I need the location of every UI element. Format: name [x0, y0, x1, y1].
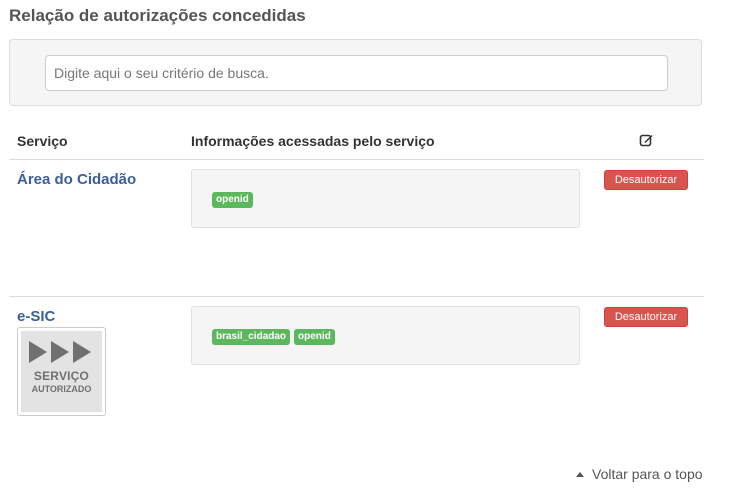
back-to-top-label: Voltar para o topo	[592, 466, 703, 482]
row-divider	[9, 296, 704, 297]
play-arrows-icon	[28, 341, 91, 363]
logo-text-line2: AUTORIZADO	[31, 384, 92, 394]
column-header-info: Informações acessadas pelo serviço	[191, 133, 435, 149]
service-name-e-sic[interactable]: e-SIC	[17, 308, 55, 325]
revoke-button[interactable]: Desautorizar	[604, 170, 688, 190]
page-title: Relação de autorizações concedidas	[9, 6, 306, 25]
scope-panel: brasil_cidadao openid	[191, 306, 580, 365]
logo-text-line1: SERVIÇO	[33, 369, 90, 383]
caret-up-icon	[576, 471, 584, 477]
revoke-button[interactable]: Desautorizar	[604, 307, 688, 327]
search-input[interactable]	[45, 55, 668, 91]
scope-badge: brasil_cidadao	[212, 329, 291, 345]
back-to-top-link[interactable]: Voltar para o topo	[576, 466, 703, 482]
service-name-area-do-cidadao[interactable]: Área do Cidadão	[17, 171, 136, 188]
service-logo: SERVIÇO AUTORIZADO	[17, 327, 106, 416]
column-header-service: Serviço	[17, 133, 68, 149]
search-panel	[9, 39, 702, 106]
edit-icon	[639, 134, 653, 147]
scope-panel: openid	[191, 169, 580, 228]
scope-badge: openid	[212, 192, 253, 208]
scope-badge: openid	[294, 329, 335, 345]
table-header-divider	[9, 159, 704, 160]
